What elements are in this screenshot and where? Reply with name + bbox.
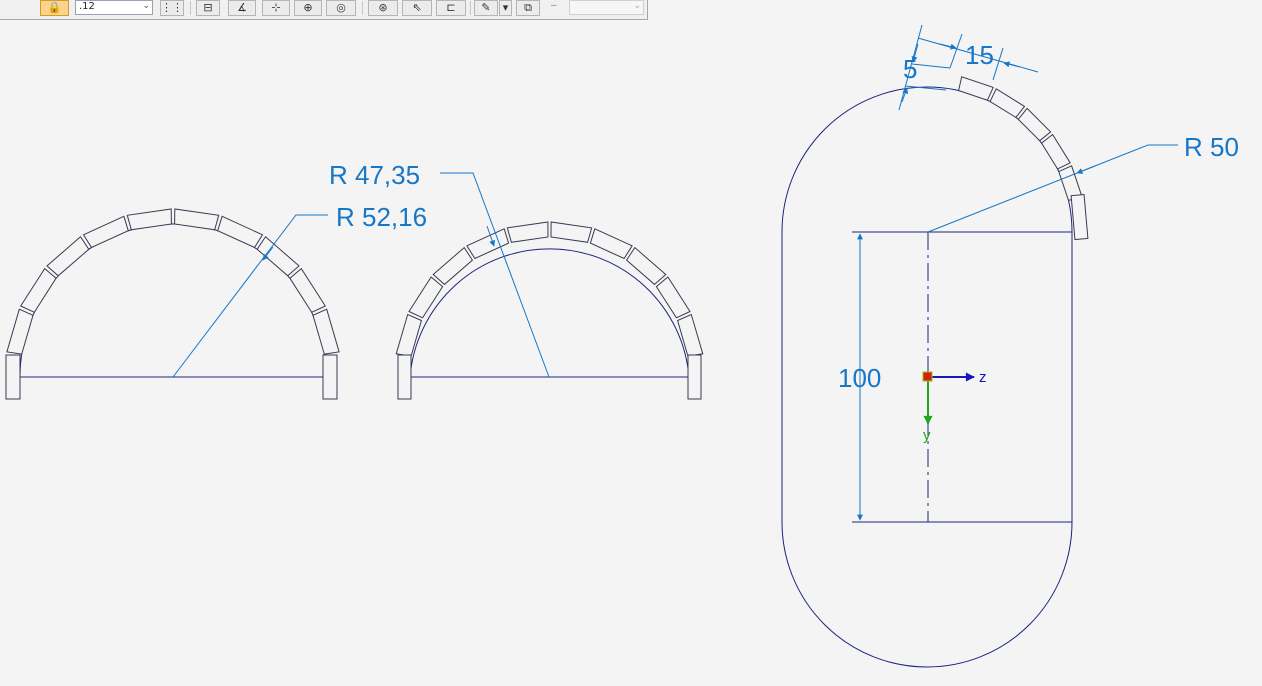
- radius-2-leader[interactable]: [440, 172, 550, 378]
- arch-1-arc: [19, 223, 327, 378]
- y-axis-label: y: [923, 427, 931, 444]
- arch-2-blocks: [395, 221, 704, 357]
- radius-1-label[interactable]: R 52,16: [336, 202, 427, 232]
- voussoir-block: [958, 76, 994, 101]
- thickness-label[interactable]: 5: [903, 54, 917, 84]
- voussoir-block: [395, 313, 423, 357]
- dimensions: [172, 24, 1178, 521]
- length-label[interactable]: 15: [965, 40, 994, 70]
- voussoir-block: [46, 235, 90, 277]
- radius-2-label[interactable]: R 47,35: [329, 160, 420, 190]
- obround-profile[interactable]: [781, 76, 1089, 668]
- voussoir-block: [408, 276, 444, 319]
- voussoir-block: [676, 313, 704, 357]
- voussoir-block: [256, 235, 300, 277]
- voussoir-block: [289, 267, 327, 313]
- thickness-extension-outer: [911, 63, 951, 69]
- arch-1-right-post: [322, 354, 338, 400]
- voussoir-block: [6, 308, 34, 355]
- obround-end-block: [1070, 194, 1089, 241]
- voussoir-block: [82, 215, 129, 249]
- voussoir-block: [589, 228, 633, 260]
- voussoir-block: [1040, 133, 1071, 170]
- coordinate-axes: z y: [922, 369, 987, 444]
- origin-marker: [922, 371, 933, 382]
- obround-blocks: [958, 76, 1083, 201]
- radius-3-arrow: [1076, 165, 1096, 174]
- voussoir-block: [625, 246, 667, 286]
- length-arrow-right: [1003, 61, 1021, 68]
- length-extension-right: [992, 47, 1004, 81]
- voussoir-block: [432, 246, 474, 286]
- length-extension-left: [949, 33, 963, 69]
- arch-1[interactable]: [5, 208, 340, 400]
- drawing-canvas[interactable]: R 52,16 R 47,35 R 50 100 15 5 z y: [0, 0, 1262, 686]
- arch-1-left-post: [5, 354, 21, 400]
- voussoir-block: [466, 228, 510, 260]
- z-axis-label: z: [979, 369, 987, 386]
- arch-2-left-post: [397, 354, 412, 400]
- voussoir-block: [312, 308, 340, 355]
- voussoir-block: [655, 276, 691, 319]
- arch-2-right-post: [687, 354, 702, 400]
- length-arrow-left: [939, 43, 957, 50]
- arch-1-blocks: [6, 208, 340, 355]
- voussoir-block: [126, 208, 172, 231]
- voussoir-block: [174, 208, 220, 231]
- height-label[interactable]: 100: [838, 363, 881, 393]
- radius-3-label[interactable]: R 50: [1184, 132, 1239, 162]
- voussoir-block: [550, 221, 593, 243]
- voussoir-block: [506, 221, 549, 243]
- voussoir-block: [19, 267, 57, 313]
- voussoir-block: [217, 215, 264, 249]
- voussoir-block: [989, 88, 1026, 119]
- voussoir-block: [1017, 107, 1052, 142]
- arch-2[interactable]: [395, 221, 704, 400]
